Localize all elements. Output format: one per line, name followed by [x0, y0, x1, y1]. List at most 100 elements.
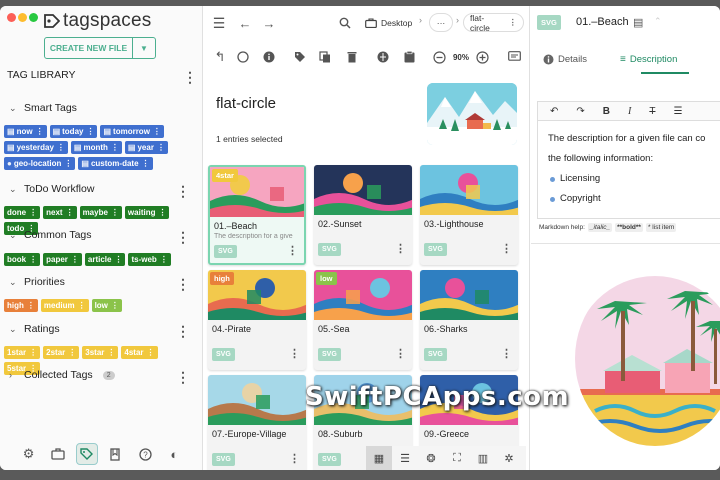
- group-ratings[interactable]: ⌄ Ratings: [9, 323, 60, 335]
- theme-toggle-icon[interactable]: ◐: [163, 443, 185, 465]
- group-menu-icon[interactable]: ⋮: [176, 230, 190, 244]
- locations-briefcase-icon[interactable]: [47, 443, 69, 465]
- tag-menu-icon[interactable]: ⋮: [158, 208, 166, 217]
- kanban-view-icon[interactable]: ▥: [470, 446, 496, 470]
- tag-menu-icon[interactable]: ⋮: [27, 301, 35, 310]
- tag-chip[interactable]: ▤ tomorrow ⋮: [100, 125, 164, 138]
- bullet-list-icon[interactable]: ☰: [673, 106, 682, 117]
- gallery-view-icon[interactable]: ❂: [418, 446, 444, 470]
- bold-icon[interactable]: B: [603, 106, 610, 117]
- file-card[interactable]: 06.-Sharks SVG ⋮: [420, 270, 518, 370]
- tag-chip[interactable]: next ⋮: [43, 206, 77, 219]
- comment-panel-icon[interactable]: [506, 49, 522, 65]
- file-card[interactable]: low 05.-Sea SVG ⋮: [314, 270, 412, 370]
- tag-chip[interactable]: ts-web ⋮: [128, 253, 171, 266]
- tag-menu-icon[interactable]: ⋮: [153, 127, 161, 136]
- tag-chip[interactable]: 1star ⋮: [4, 346, 41, 359]
- settings-gear-icon[interactable]: ⚙: [18, 443, 40, 465]
- tag-chip[interactable]: done ⋮: [4, 206, 41, 219]
- tag-menu-icon[interactable]: ⋮: [71, 255, 79, 264]
- open-external-globe-icon[interactable]: [375, 49, 391, 65]
- tag-menu-icon[interactable]: ⋮: [107, 348, 115, 357]
- menu-hamburger-icon[interactable]: ☰: [210, 14, 228, 32]
- description-editor[interactable]: The description for a given file can co …: [537, 121, 720, 219]
- undo-icon[interactable]: ↶: [550, 106, 558, 117]
- tag-chip[interactable]: maybe ⋮: [79, 206, 122, 219]
- grid-view-icon[interactable]: ▦: [366, 446, 392, 470]
- tag-menu-icon[interactable]: ⋮: [64, 159, 72, 168]
- italic-icon[interactable]: I: [628, 106, 631, 117]
- tag-library-icon[interactable]: [75, 443, 98, 465]
- help-icon[interactable]: ?: [134, 443, 156, 465]
- breadcrumb-current-folder[interactable]: flat-circle ⋮: [463, 13, 524, 33]
- tag-menu-icon[interactable]: ⋮: [36, 127, 44, 136]
- chevron-down-icon[interactable]: ▼: [133, 38, 155, 58]
- file-card[interactable]: high 04.-Pirate SVG ⋮: [208, 270, 306, 370]
- breadcrumb-location[interactable]: Desktop: [359, 13, 419, 32]
- tag-chip[interactable]: paper ⋮: [43, 253, 82, 266]
- tag-chip[interactable]: ▤ month ⋮: [70, 141, 122, 154]
- tag-menu-icon[interactable]: ⋮: [57, 143, 65, 152]
- close-window-button[interactable]: [7, 13, 16, 22]
- parent-folder-arrow-icon[interactable]: ↰: [212, 49, 228, 65]
- group-common-tags[interactable]: ⌄ Common Tags: [9, 229, 92, 241]
- tag-menu-icon[interactable]: ⋮: [111, 208, 119, 217]
- expand-icon[interactable]: ⌃: [654, 16, 662, 27]
- tag-menu-icon[interactable]: ⋮: [114, 255, 122, 264]
- tag-chip[interactable]: 4star ⋮: [121, 346, 158, 359]
- tag-chip[interactable]: ● geo-location ⋮: [4, 157, 76, 170]
- graph-view-icon[interactable]: ✲: [496, 446, 522, 470]
- group-menu-icon[interactable]: ⋮: [176, 324, 190, 338]
- tag-chip[interactable]: high ⋮: [4, 299, 38, 312]
- breadcrumb-ellipsis[interactable]: ···: [429, 13, 453, 32]
- tag-menu-icon[interactable]: ⋮: [78, 301, 86, 310]
- tag-chip[interactable]: 2star ⋮: [43, 346, 80, 359]
- file-menu-icon[interactable]: ⋮: [395, 244, 406, 255]
- list-view-icon[interactable]: ☰: [392, 446, 418, 470]
- file-menu-icon[interactable]: ⋮: [501, 349, 512, 360]
- file-menu-icon[interactable]: ⋮: [289, 349, 300, 360]
- tag-menu-icon[interactable]: ⋮: [111, 143, 119, 152]
- copy-icon[interactable]: [317, 49, 333, 65]
- file-tag-chip[interactable]: high: [210, 272, 234, 285]
- tag-chip[interactable]: article ⋮: [84, 253, 126, 266]
- tag-chip[interactable]: waiting ⋮: [124, 206, 170, 219]
- redo-icon[interactable]: ↷: [576, 106, 584, 117]
- tag-chip[interactable]: ▤ custom-date ⋮: [78, 157, 153, 170]
- search-icon[interactable]: [336, 14, 354, 32]
- folder-menu-icon[interactable]: ⋮: [509, 17, 518, 28]
- map-view-icon[interactable]: ⛶: [444, 446, 470, 470]
- clipboard-icon[interactable]: [401, 49, 417, 65]
- tag-chip[interactable]: ▤ today ⋮: [49, 125, 98, 138]
- group-priorities[interactable]: ⌄ Priorities: [9, 276, 65, 288]
- file-card[interactable]: 03.-Lighthouse SVG ⋮: [420, 165, 518, 265]
- create-new-file-button[interactable]: CREATE NEW FILE ▼: [44, 37, 156, 59]
- tab-details[interactable]: Details: [531, 44, 616, 74]
- file-tag-chip[interactable]: low: [316, 272, 337, 285]
- add-tag-icon[interactable]: [292, 49, 308, 65]
- forward-arrow-icon[interactable]: →: [260, 14, 278, 32]
- tag-menu-icon[interactable]: ⋮: [157, 143, 165, 152]
- tag-menu-icon[interactable]: ⋮: [86, 127, 94, 136]
- tag-menu-icon[interactable]: ⋮: [66, 208, 74, 217]
- tag-chip[interactable]: ▤ yesterday ⋮: [4, 141, 68, 154]
- tag-chip[interactable]: book ⋮: [4, 253, 41, 266]
- select-all-circle-icon[interactable]: [235, 49, 251, 65]
- tag-menu-icon[interactable]: ⋮: [29, 348, 37, 357]
- strikethrough-icon[interactable]: T: [649, 106, 655, 117]
- back-arrow-icon[interactable]: ←: [236, 14, 254, 32]
- file-card[interactable]: 4star 01.–Beach The description for a give…: [208, 165, 306, 265]
- file-tag-chip[interactable]: 4star: [212, 169, 238, 182]
- group-smart-tags[interactable]: ⌄ Smart Tags: [9, 102, 77, 114]
- info-icon[interactable]: [261, 49, 277, 65]
- tag-menu-icon[interactable]: ⋮: [142, 159, 150, 168]
- tag-chip[interactable]: low ⋮: [91, 299, 122, 312]
- tag-menu-icon[interactable]: ⋮: [29, 208, 37, 217]
- file-menu-icon[interactable]: ⋮: [501, 244, 512, 255]
- tag-menu-icon[interactable]: ⋮: [147, 348, 155, 357]
- tag-menu-icon[interactable]: ⋮: [160, 255, 168, 264]
- tag-chip[interactable]: 3star ⋮: [82, 346, 119, 359]
- tag-chip[interactable]: ▤ year ⋮: [124, 141, 168, 154]
- library-menu-icon[interactable]: ⋮: [183, 70, 197, 84]
- tab-description[interactable]: ≡ Description: [616, 44, 677, 74]
